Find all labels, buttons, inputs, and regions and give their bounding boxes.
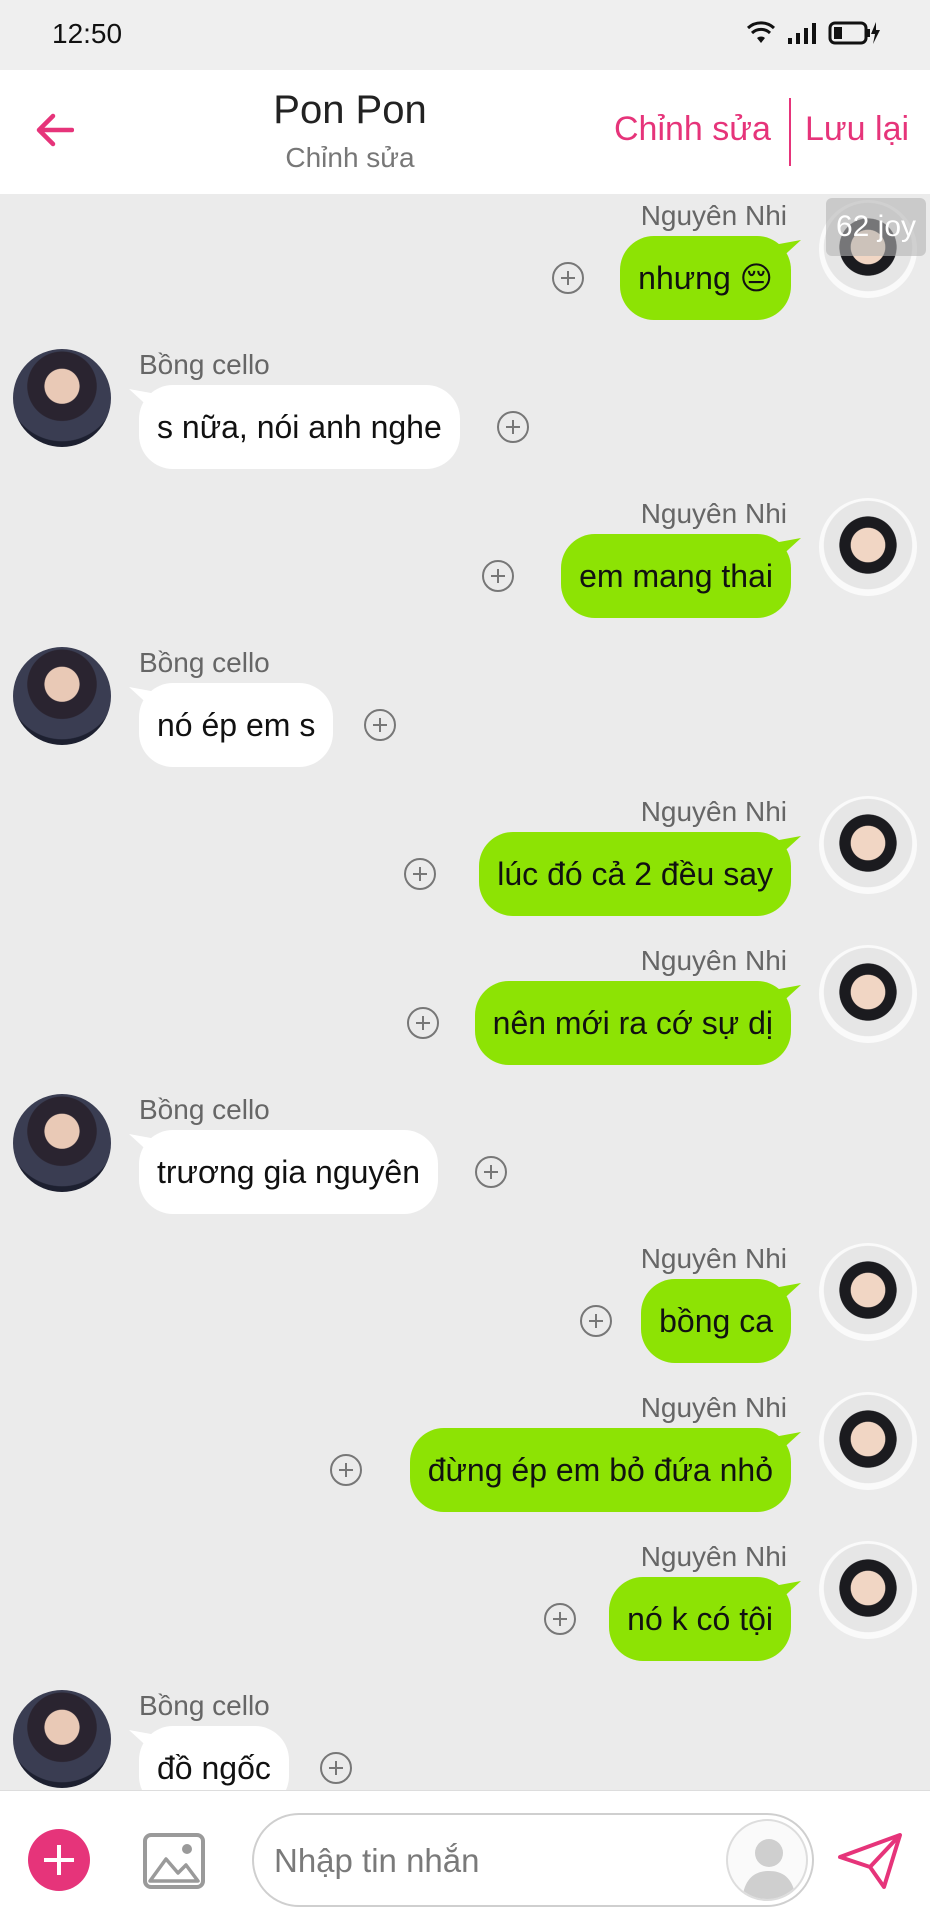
add-reaction-button[interactable] xyxy=(330,1454,362,1486)
wifi-icon xyxy=(746,21,776,43)
sender-name: Bồng cello xyxy=(139,349,270,380)
add-reaction-button[interactable] xyxy=(482,560,514,592)
signal-icon xyxy=(788,23,816,44)
message-bubble[interactable]: bồng ca xyxy=(641,1279,791,1363)
message-bubble[interactable]: s nữa, nói anh nghe xyxy=(139,385,460,469)
image-icon xyxy=(143,1833,205,1889)
message-bubble[interactable]: lúc đó cả 2 đều say xyxy=(479,832,791,916)
edit-button[interactable]: Chỉnh sửa xyxy=(614,110,771,149)
message-bubble[interactable]: trương gia nguyên xyxy=(139,1130,439,1214)
sender-name: Bồng cello xyxy=(139,1094,270,1125)
add-reaction-button[interactable] xyxy=(475,1156,507,1188)
composer-bar xyxy=(0,1790,930,1920)
add-reaction-button[interactable] xyxy=(320,1752,352,1784)
back-button[interactable] xyxy=(24,100,84,160)
message-bubble[interactable]: đồ ngốc xyxy=(139,1726,289,1790)
user-silhouette-icon xyxy=(742,1839,796,1899)
message-bubble[interactable]: nhưng 😔 xyxy=(620,236,791,320)
status-time: 12:50 xyxy=(52,18,123,49)
avatar[interactable] xyxy=(13,349,111,447)
sender-name: Nguyên Nhi xyxy=(640,1392,787,1423)
avatar[interactable] xyxy=(819,498,917,596)
chat-area[interactable]: Nguyên Nhi nhưng 😔 Bồng cello s nữa, nói… xyxy=(0,194,930,1790)
add-reaction-button[interactable] xyxy=(497,411,529,443)
message-input[interactable] xyxy=(274,1837,714,1885)
message-bubble[interactable]: em mang thai xyxy=(561,534,791,618)
sender-name: Nguyên Nhi xyxy=(640,200,787,231)
arrow-left-icon xyxy=(36,113,74,147)
avatar[interactable] xyxy=(819,1392,917,1490)
battery-icon xyxy=(828,21,880,45)
add-reaction-button[interactable] xyxy=(404,858,436,890)
send-button[interactable] xyxy=(836,1831,906,1891)
status-icons xyxy=(746,20,882,46)
chat-title: Pon Pon xyxy=(273,88,427,132)
sender-name: Nguyên Nhi xyxy=(640,1243,787,1274)
sender-name: Bồng cello xyxy=(139,1690,270,1721)
message-bubble[interactable]: nó k có tội xyxy=(609,1577,791,1661)
message-input-wrapper xyxy=(252,1813,814,1907)
avatar[interactable] xyxy=(819,796,917,894)
sender-name: Nguyên Nhi xyxy=(640,498,787,529)
avatar[interactable] xyxy=(819,1541,917,1639)
sender-name: Bồng cello xyxy=(139,647,270,678)
persona-avatar-button[interactable] xyxy=(726,1819,808,1901)
joy-badge: 62 joy xyxy=(826,198,926,256)
add-reaction-button[interactable] xyxy=(364,709,396,741)
sender-name: Nguyên Nhi xyxy=(640,796,787,827)
send-icon xyxy=(838,1833,902,1889)
image-button[interactable] xyxy=(142,1829,206,1893)
message-bubble[interactable]: đừng ép em bỏ đứa nhỏ xyxy=(409,1428,791,1512)
chat-header: Pon Pon Chỉnh sửa Chỉnh sửa Lưu lại xyxy=(0,70,930,194)
avatar[interactable] xyxy=(13,647,111,745)
message-bubble[interactable]: nó ép em s xyxy=(139,683,334,767)
add-button[interactable] xyxy=(28,1829,90,1891)
add-reaction-button[interactable] xyxy=(407,1007,439,1039)
header-divider xyxy=(789,98,791,166)
avatar[interactable] xyxy=(13,1094,111,1192)
sender-name: Nguyên Nhi xyxy=(640,1541,787,1572)
sender-name: Nguyên Nhi xyxy=(640,945,787,976)
chat-subtitle: Chỉnh sửa xyxy=(285,142,415,173)
avatar[interactable] xyxy=(819,945,917,1043)
avatar[interactable] xyxy=(13,1690,111,1788)
message-bubble[interactable]: nên mới ra cớ sự dị xyxy=(474,981,791,1065)
add-reaction-button[interactable] xyxy=(544,1603,576,1635)
avatar[interactable] xyxy=(819,1243,917,1341)
status-bar: 12:50 xyxy=(0,0,930,70)
add-reaction-button[interactable] xyxy=(552,262,584,294)
save-button[interactable]: Lưu lại xyxy=(805,110,909,149)
add-reaction-button[interactable] xyxy=(580,1305,612,1337)
